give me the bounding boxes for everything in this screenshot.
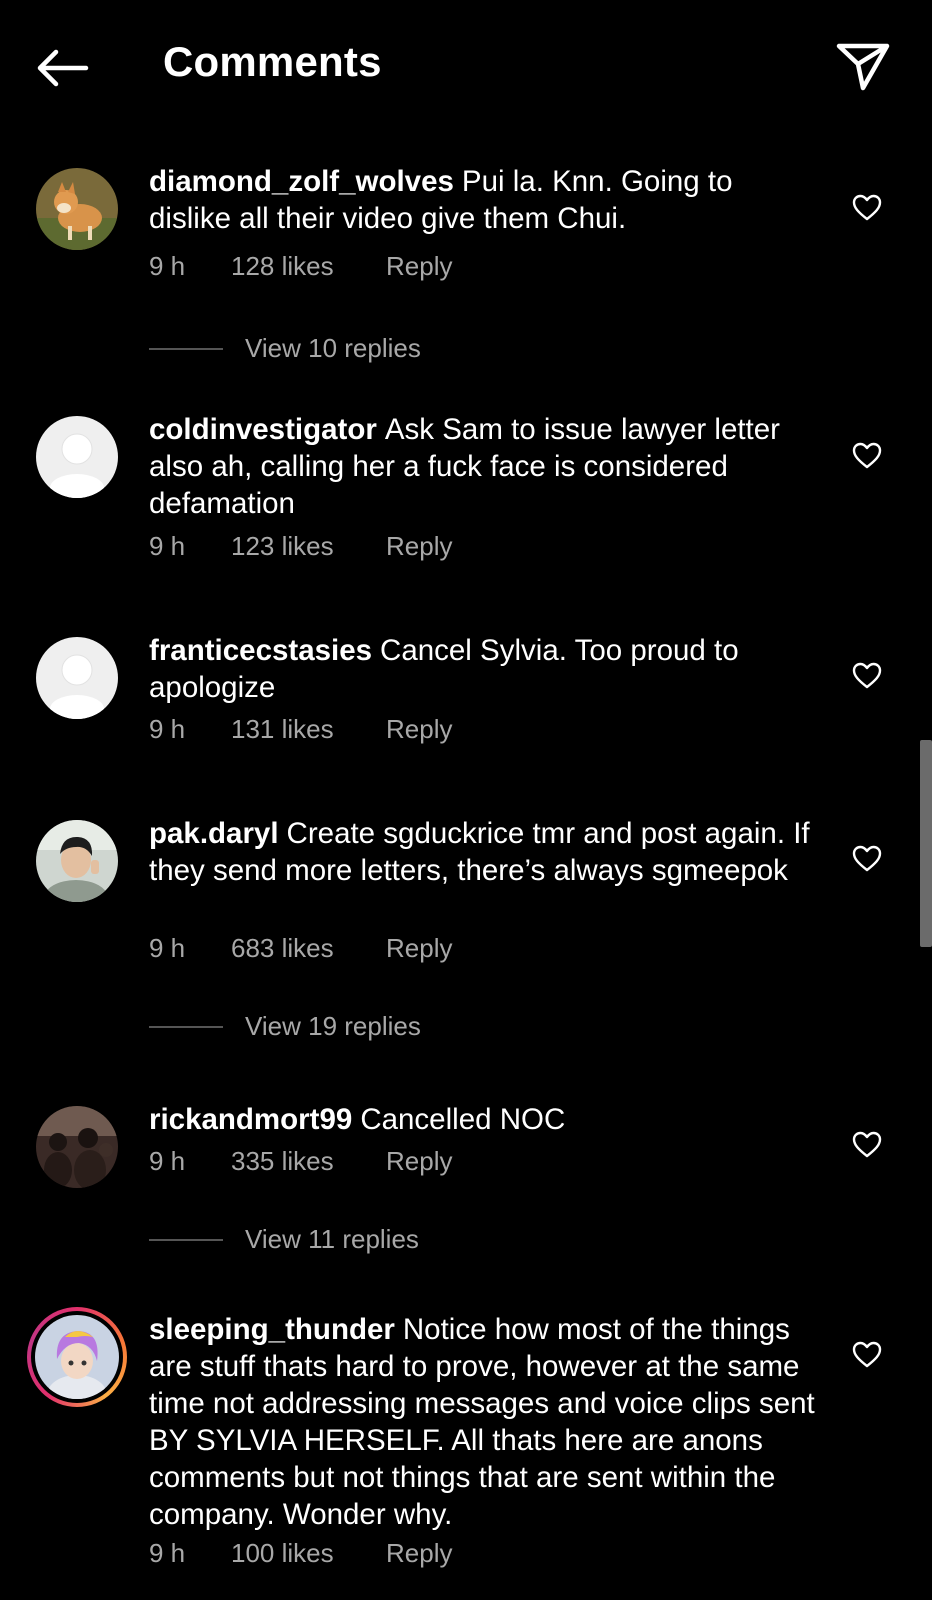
- view-replies-button[interactable]: View 10 replies: [149, 333, 421, 364]
- comment-time: 9 h: [149, 933, 186, 963]
- comment-text: diamond_zolf_wolves Pui la. Knn. Going to…: [149, 163, 819, 237]
- person-photo-avatar: [36, 820, 118, 902]
- reply-button[interactable]: Reply: [386, 251, 452, 282]
- comment-username[interactable]: pak.daryl: [149, 817, 279, 850]
- divider: [149, 347, 223, 350]
- page-title: Comments: [163, 38, 382, 85]
- avatar: [35, 1315, 119, 1399]
- comment-text: sleeping_thunder Notice how most of the t…: [149, 1311, 819, 1533]
- avatar-story-ring[interactable]: [27, 1307, 127, 1407]
- avatar[interactable]: [36, 168, 118, 250]
- reply-button[interactable]: Reply: [386, 714, 452, 745]
- heart-icon[interactable]: [852, 193, 882, 223]
- comment-username[interactable]: coldinvestigator: [149, 413, 377, 446]
- reply-button[interactable]: Reply: [386, 531, 452, 562]
- comment-text: pak.daryl Create sgduckrice tmr and post …: [149, 815, 819, 889]
- comment-username[interactable]: diamond_zolf_wolves: [149, 165, 454, 198]
- reply-button[interactable]: Reply: [386, 933, 452, 964]
- comment-time: 9 h: [149, 251, 186, 281]
- back-button[interactable]: [30, 40, 94, 96]
- comment-time: 9 h: [149, 1538, 186, 1568]
- comment-username[interactable]: franticecstasies: [149, 634, 372, 667]
- view-replies-label: View 10 replies: [245, 333, 421, 363]
- comment-meta: 9 h 100 likes Reply: [149, 1538, 452, 1569]
- comment-meta: 9 h 123 likes Reply: [149, 531, 452, 562]
- comment-text: rickandmort99 Cancelled NOC: [149, 1101, 819, 1138]
- view-replies-button[interactable]: View 19 replies: [149, 1011, 421, 1042]
- comment-likes[interactable]: 128 likes: [231, 251, 386, 282]
- comment-likes[interactable]: 131 likes: [231, 714, 386, 745]
- comment-likes[interactable]: 683 likes: [231, 933, 386, 964]
- avatar[interactable]: [36, 416, 118, 498]
- comment-meta: 9 h 131 likes Reply: [149, 714, 452, 745]
- view-replies-button[interactable]: View 11 replies: [149, 1224, 419, 1255]
- heart-icon[interactable]: [852, 1130, 882, 1160]
- comment-time: 9 h: [149, 714, 186, 744]
- scrollbar[interactable]: [920, 740, 932, 947]
- default-avatar: [36, 637, 118, 719]
- reply-button[interactable]: Reply: [386, 1146, 452, 1177]
- comment-username[interactable]: rickandmort99: [149, 1103, 352, 1136]
- shiba-dog-avatar: [36, 168, 118, 250]
- comment-username[interactable]: sleeping_thunder: [149, 1313, 395, 1346]
- avatar[interactable]: [36, 1106, 118, 1188]
- comment-text: franticecstasies Cancel Sylvia. Too proud…: [149, 632, 819, 706]
- heart-icon[interactable]: [852, 1340, 882, 1370]
- comment-meta: 9 h 335 likes Reply: [149, 1146, 452, 1177]
- comment-time: 9 h: [149, 531, 186, 561]
- comment-likes[interactable]: 100 likes: [231, 1538, 386, 1569]
- comment-body: Cancelled NOC: [360, 1103, 566, 1136]
- comment-time: 9 h: [149, 1146, 186, 1176]
- comment-meta: 9 h 128 likes Reply: [149, 251, 452, 282]
- avatar-ring-gap: [31, 1311, 123, 1403]
- heart-icon[interactable]: [852, 661, 882, 691]
- default-avatar: [36, 416, 118, 498]
- avatar[interactable]: [36, 820, 118, 902]
- reply-button[interactable]: Reply: [386, 1538, 452, 1569]
- comment-likes[interactable]: 335 likes: [231, 1146, 386, 1177]
- anime-character-avatar: [35, 1315, 119, 1399]
- paper-plane-icon: [836, 43, 890, 91]
- comment-text: coldinvestigator Ask Sam to issue lawyer …: [149, 411, 819, 522]
- divider: [149, 1238, 223, 1241]
- view-replies-label: View 19 replies: [245, 1011, 421, 1041]
- heart-icon[interactable]: [852, 441, 882, 471]
- comment-likes[interactable]: 123 likes: [231, 531, 386, 562]
- arrow-left-icon: [37, 49, 89, 87]
- heart-icon[interactable]: [852, 844, 882, 874]
- view-replies-label: View 11 replies: [245, 1224, 419, 1254]
- group-photo-avatar: [36, 1106, 118, 1188]
- share-button[interactable]: [830, 34, 896, 100]
- comment-meta: 9 h 683 likes Reply: [149, 933, 452, 964]
- avatar[interactable]: [36, 637, 118, 719]
- top-bar: Comments: [0, 0, 932, 130]
- divider: [149, 1025, 223, 1028]
